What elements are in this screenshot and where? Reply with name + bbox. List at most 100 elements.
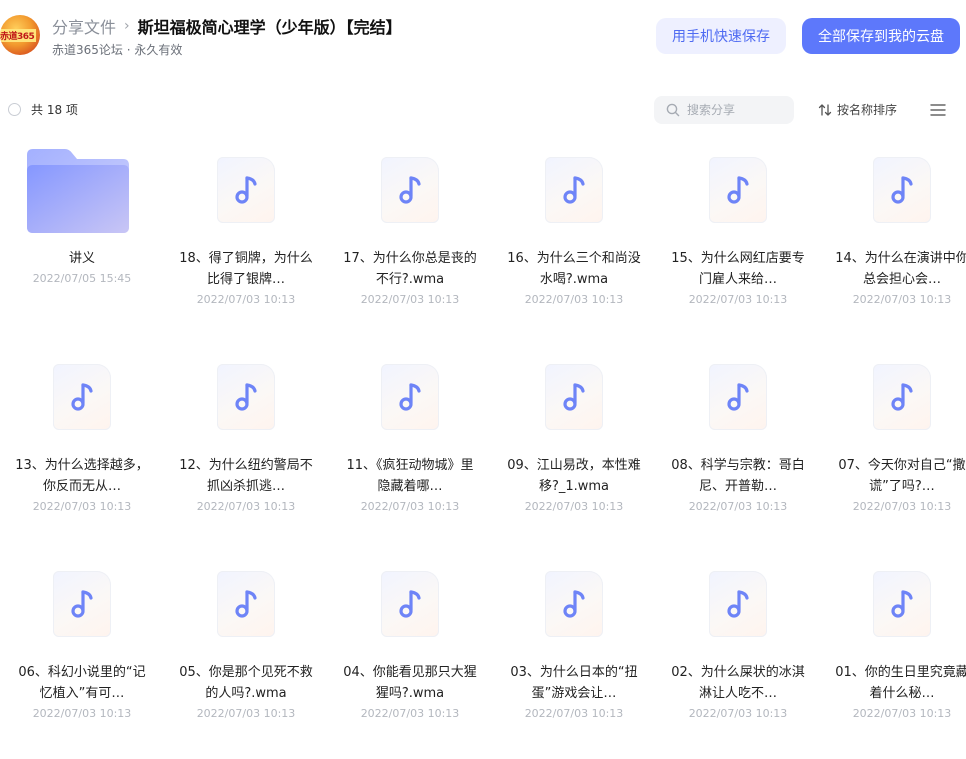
music-note-icon	[235, 590, 257, 618]
music-note-icon	[399, 176, 421, 204]
file-item[interactable]: 02、为什么屎状的冰淇淋让人吃不… 2022/07/03 10:13	[656, 559, 820, 759]
music-note-icon	[235, 383, 257, 411]
item-thumbnail	[492, 145, 656, 241]
audio-file-icon	[873, 157, 931, 223]
file-item[interactable]: 06、科幻小说里的“记忆植入”有可… 2022/07/03 10:13	[0, 559, 164, 759]
file-item[interactable]: 09、江山易改，本性难移?_1.wma 2022/07/03 10:13	[492, 352, 656, 552]
item-name: 17、为什么你总是丧的不行?.wma	[343, 251, 477, 287]
music-note-icon	[727, 383, 749, 411]
file-item[interactable]: 05、你是那个见死不救的人吗?.wma 2022/07/03 10:13	[164, 559, 328, 759]
file-item[interactable]: 18、得了铜牌，为什么比得了银牌… 2022/07/03 10:13	[164, 145, 328, 345]
file-toolbar: 共 18 项 按名称排序	[0, 92, 966, 128]
item-count: 共 18 项	[31, 103, 78, 117]
file-item[interactable]: 08、科学与宗教：哥白尼、开普勒… 2022/07/03 10:13	[656, 352, 820, 552]
item-date: 2022/07/03 10:13	[688, 500, 788, 513]
audio-file-icon	[53, 364, 111, 430]
folder-icon	[27, 149, 131, 237]
item-date: 2022/07/03 10:13	[688, 293, 788, 306]
search-icon	[666, 103, 680, 117]
music-note-icon	[727, 590, 749, 618]
breadcrumb-root-link[interactable]: 分享文件	[52, 14, 116, 38]
item-date: 2022/07/03 10:13	[196, 707, 296, 720]
share-owner-avatar[interactable]: 赤道365	[0, 15, 40, 55]
item-thumbnail	[656, 559, 820, 655]
file-item[interactable]: 14、为什么在演讲中你总会担心会… 2022/07/03 10:13	[820, 145, 966, 345]
item-thumbnail	[492, 559, 656, 655]
item-name: 16、为什么三个和尚没水喝?.wma	[507, 251, 641, 287]
item-name: 11、《疯狂动物城》里隐藏着哪…	[346, 458, 474, 494]
item-date: 2022/07/03 10:13	[360, 293, 460, 306]
item-date: 2022/07/03 10:13	[688, 707, 788, 720]
item-thumbnail	[656, 145, 820, 241]
sort-by-name-button[interactable]: 按名称排序	[818, 101, 897, 118]
music-note-icon	[71, 590, 93, 618]
file-item[interactable]: 04、你能看见那只大猩猩吗?.wma 2022/07/03 10:13	[328, 559, 492, 759]
item-thumbnail	[0, 145, 164, 241]
item-date: 2022/07/03 10:13	[196, 293, 296, 306]
item-date: 2022/07/03 10:13	[360, 500, 460, 513]
item-name: 02、为什么屎状的冰淇淋让人吃不…	[671, 665, 805, 701]
audio-file-icon	[709, 157, 767, 223]
music-note-icon	[235, 176, 257, 204]
item-date: 2022/07/03 10:13	[852, 500, 952, 513]
file-item[interactable]: 13、为什么选择越多，你反而无从… 2022/07/03 10:13	[0, 352, 164, 552]
item-thumbnail	[164, 352, 328, 448]
audio-file-icon	[53, 571, 111, 637]
item-thumbnail	[820, 559, 966, 655]
page-title: 斯坦福极简心理学（少年版）【完结】	[137, 18, 402, 37]
music-note-icon	[563, 176, 585, 204]
file-item[interactable]: 17、为什么你总是丧的不行?.wma 2022/07/03 10:13	[328, 145, 492, 345]
audio-file-icon	[873, 364, 931, 430]
audio-file-icon	[709, 571, 767, 637]
share-info: 赤道365论坛 · 永久有效	[52, 43, 183, 57]
audio-file-icon	[545, 364, 603, 430]
item-date: 2022/07/03 10:13	[196, 500, 296, 513]
breadcrumb: 分享文件 › 斯坦福极简心理学（少年版）【完结】	[52, 14, 402, 38]
folder-item[interactable]: 讲义 2022/07/05 15:45	[0, 145, 164, 345]
item-date: 2022/07/03 10:13	[360, 707, 460, 720]
item-date: 2022/07/03 10:13	[524, 500, 624, 513]
item-thumbnail	[328, 352, 492, 448]
file-item[interactable]: 03、为什么日本的“扭蛋”游戏会让… 2022/07/03 10:13	[492, 559, 656, 759]
search-box[interactable]	[654, 96, 794, 124]
item-thumbnail	[492, 352, 656, 448]
item-name: 14、为什么在演讲中你总会担心会…	[835, 251, 966, 287]
audio-file-icon	[217, 157, 275, 223]
item-name: 03、为什么日本的“扭蛋”游戏会让…	[510, 665, 638, 701]
avatar-logo-text: 赤道365	[0, 29, 37, 42]
file-item[interactable]: 12、为什么纽约警局不抓凶杀抓逃… 2022/07/03 10:13	[164, 352, 328, 552]
mobile-quick-save-button[interactable]: 用手机快速保存	[656, 18, 786, 54]
file-item[interactable]: 07、今天你对自己“撒谎”了吗?… 2022/07/03 10:13	[820, 352, 966, 552]
music-note-icon	[399, 590, 421, 618]
music-note-icon	[563, 590, 585, 618]
file-item[interactable]: 15、为什么网红店要专门雇人来给… 2022/07/03 10:13	[656, 145, 820, 345]
audio-file-icon	[873, 571, 931, 637]
item-name: 13、为什么选择越多，你反而无从…	[15, 458, 149, 494]
music-note-icon	[891, 383, 913, 411]
item-name: 01、你的生日里究竟藏着什么秘…	[835, 665, 966, 701]
file-item[interactable]: 16、为什么三个和尚没水喝?.wma 2022/07/03 10:13	[492, 145, 656, 345]
music-note-icon	[563, 383, 585, 411]
chevron-right-icon: ›	[124, 18, 130, 34]
music-note-icon	[399, 383, 421, 411]
select-all-checkbox[interactable]	[8, 103, 21, 116]
audio-file-icon	[217, 364, 275, 430]
audio-file-icon	[217, 571, 275, 637]
file-item[interactable]: 11、《疯狂动物城》里隐藏着哪… 2022/07/03 10:13	[328, 352, 492, 552]
item-date: 2022/07/03 10:13	[524, 707, 624, 720]
music-note-icon	[891, 590, 913, 618]
item-date: 2022/07/03 10:13	[524, 293, 624, 306]
item-thumbnail	[328, 559, 492, 655]
audio-file-icon	[381, 157, 439, 223]
item-date: 2022/07/05 15:45	[32, 272, 132, 285]
list-view-menu-icon[interactable]	[930, 103, 946, 117]
audio-file-icon	[545, 157, 603, 223]
search-input[interactable]	[685, 102, 789, 118]
save-all-to-cloud-button[interactable]: 全部保存到我的云盘	[802, 18, 960, 54]
audio-file-icon	[381, 571, 439, 637]
item-name: 06、科幻小说里的“记忆植入”有可…	[18, 665, 146, 701]
item-date: 2022/07/03 10:13	[32, 500, 132, 513]
file-item[interactable]: 01、你的生日里究竟藏着什么秘… 2022/07/03 10:13	[820, 559, 966, 759]
item-name: 18、得了铜牌，为什么比得了银牌…	[179, 251, 313, 287]
item-thumbnail	[164, 559, 328, 655]
